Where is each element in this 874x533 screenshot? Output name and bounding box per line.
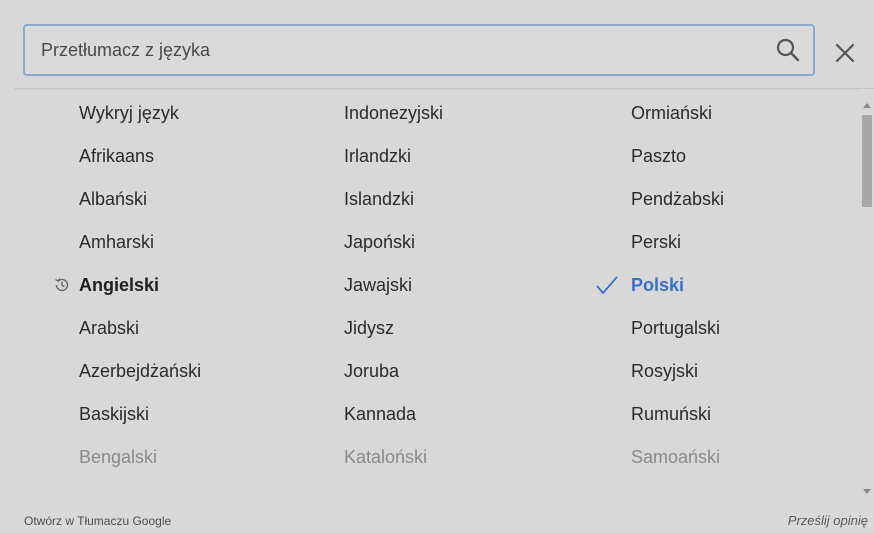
language-option[interactable]: Perski: [631, 222, 681, 262]
language-option[interactable]: Jidysz: [344, 308, 394, 348]
search-row: [14, 10, 874, 89]
scroll-down-arrow-icon[interactable]: [863, 489, 871, 494]
language-option[interactable]: Joruba: [344, 351, 399, 391]
language-option[interactable]: Rosyjski: [631, 351, 698, 391]
search-icon[interactable]: [775, 37, 801, 63]
language-option[interactable]: Polski: [631, 265, 684, 305]
language-option[interactable]: Angielski: [79, 265, 159, 305]
language-option[interactable]: Kataloński: [344, 437, 427, 477]
language-option[interactable]: Samoański: [631, 437, 720, 477]
language-option[interactable]: Kannada: [344, 394, 416, 434]
language-option[interactable]: Arabski: [79, 308, 139, 348]
list-scrollbar[interactable]: [860, 89, 874, 500]
language-option[interactable]: Portugalski: [631, 308, 720, 348]
scroll-thumb[interactable]: [862, 115, 872, 207]
scroll-up-arrow-icon[interactable]: [863, 103, 871, 108]
language-option[interactable]: Paszto: [631, 136, 686, 176]
search-input[interactable]: [41, 26, 761, 74]
language-option[interactable]: Baskijski: [79, 394, 149, 434]
send-feedback-link[interactable]: Prześlij opinię: [788, 513, 868, 528]
language-option[interactable]: Ormiański: [631, 93, 712, 133]
language-option[interactable]: Albański: [79, 179, 147, 219]
language-option[interactable]: Japoński: [344, 222, 415, 262]
language-option[interactable]: Rumuński: [631, 394, 711, 434]
language-option[interactable]: Amharski: [79, 222, 154, 262]
language-option[interactable]: Islandzki: [344, 179, 414, 219]
check-icon: [596, 276, 618, 295]
language-list: Wykryj język Afrikaans Albański Amharski Ang…: [14, 89, 860, 500]
language-option[interactable]: Afrikaans: [79, 136, 154, 176]
language-option[interactable]: Pendżabski: [631, 179, 724, 219]
language-option[interactable]: Azerbejdżański: [79, 351, 201, 391]
language-option[interactable]: Wykryj język: [79, 93, 179, 133]
history-icon: [55, 278, 69, 292]
language-option[interactable]: Bengalski: [79, 437, 157, 477]
language-option[interactable]: Indonezyjski: [344, 93, 443, 133]
search-box[interactable]: [23, 24, 815, 76]
footer: Otwórz w Tłumaczu Google Prześlij opinię: [0, 500, 874, 533]
language-picker-panel: Wykryj językAfrikaansAlbańskiAmharskiAng…: [14, 10, 874, 500]
open-in-translate-link[interactable]: Otwórz w Tłumaczu Google: [24, 514, 171, 528]
close-icon[interactable]: [834, 42, 856, 64]
language-option[interactable]: Jawajski: [344, 265, 412, 305]
language-option[interactable]: Irlandzki: [344, 136, 411, 176]
